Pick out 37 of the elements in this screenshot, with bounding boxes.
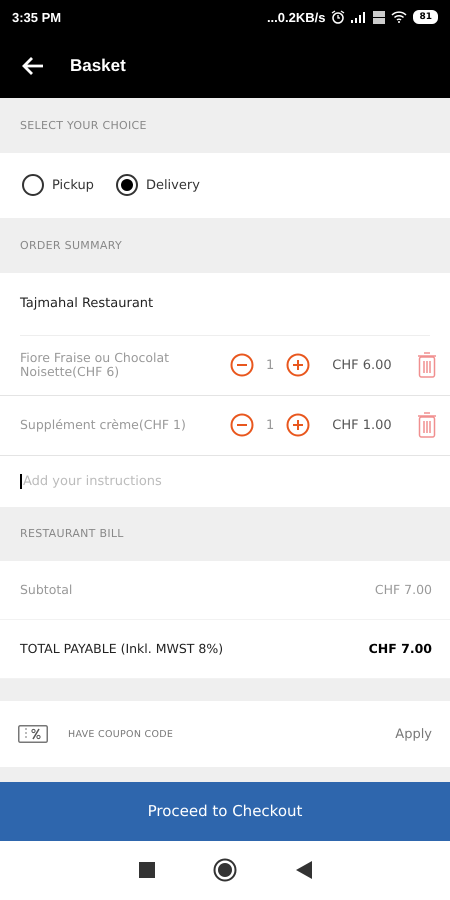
coupon-label: HAVE COUPON CODE — [68, 728, 174, 740]
minus-icon[interactable] — [230, 353, 254, 378]
restaurant-name: Tajmahal Restaurant — [20, 296, 154, 312]
apply-link[interactable]: Apply — [395, 726, 432, 742]
plus-icon[interactable] — [286, 353, 310, 378]
back-arrow-icon[interactable] — [22, 56, 44, 76]
section-heading: SELECT YOUR CHOICE — [20, 118, 147, 132]
screen-title: Basket — [70, 56, 126, 76]
coupon-icon — [18, 725, 48, 744]
network-speed: ...0.2KB/s — [266, 10, 326, 25]
bill-label: Subtotal — [20, 582, 72, 598]
wifi-icon — [391, 11, 408, 24]
radio-option[interactable]: Pickup — [22, 174, 94, 196]
home-icon[interactable] — [213, 858, 237, 882]
alarm-icon — [331, 10, 346, 24]
radio-button[interactable] — [22, 174, 44, 196]
quantity: 1 — [266, 358, 274, 373]
section-heading: ORDER SUMMARY — [20, 238, 122, 252]
quantity: 1 — [266, 418, 274, 433]
item-price: CHF 6.00 — [332, 358, 393, 373]
plus-icon[interactable] — [286, 413, 310, 438]
bill-label: TOTAL PAYABLE (Inkl. MWST 8%) — [20, 641, 224, 656]
bill-amount: CHF 7.00 — [368, 641, 432, 656]
recents-icon[interactable] — [138, 862, 154, 878]
checkout-button[interactable]: Proceed to Checkout — [0, 782, 450, 841]
section-heading: RESTAURANT BILL — [20, 527, 124, 540]
item-name: Fiore Fraise ou Chocolat Noisette(CHF 6) — [20, 351, 170, 380]
signal-icon — [351, 11, 368, 24]
back-icon[interactable] — [296, 861, 312, 880]
radio-option[interactable]: Delivery — [116, 174, 200, 196]
status-time: 3:35 PM — [12, 10, 62, 25]
battery-icon: 81 — [413, 10, 438, 24]
minus-icon[interactable] — [230, 413, 254, 438]
bill-amount: CHF 7.00 — [374, 582, 432, 598]
item-price: CHF 1.00 — [332, 418, 393, 433]
radio-button[interactable] — [116, 174, 138, 196]
item-name: Supplément crème(CHF 1) — [20, 418, 187, 432]
